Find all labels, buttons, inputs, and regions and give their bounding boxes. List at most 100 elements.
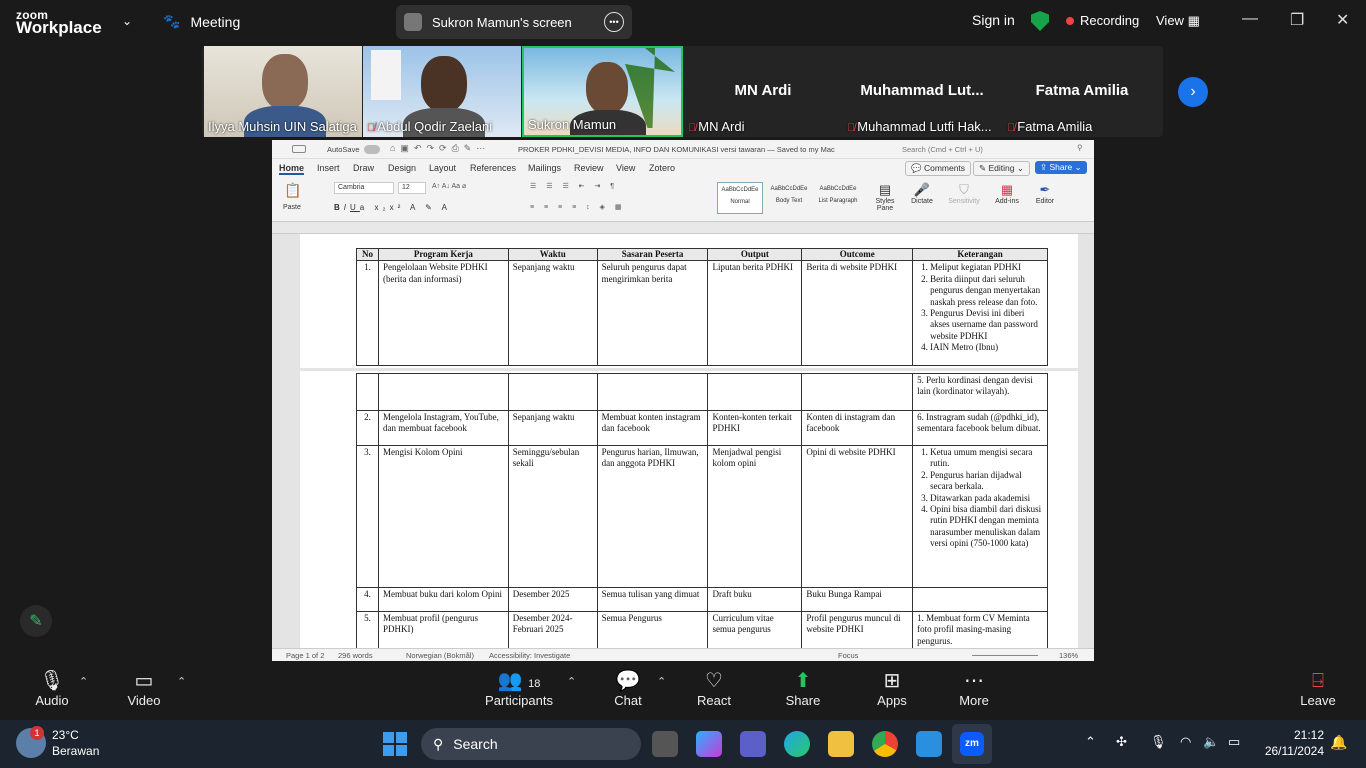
audio-button[interactable]: 🎙 Audio — [30, 669, 74, 708]
table-cell: 1. — [356, 260, 379, 367]
start-icon[interactable] — [383, 732, 407, 756]
focus-button[interactable]: Focus — [838, 651, 858, 660]
list-icons[interactable]: ☰ ☰ ☰ ⇤ ⇥ ¶ — [530, 182, 618, 190]
font-grow-icons[interactable]: A↑ A↓ Aa ⌀ — [432, 182, 466, 190]
notification-bell-icon[interactable]: 🔔 — [1330, 734, 1347, 751]
taskbar-search[interactable]: ⚲ Search — [421, 728, 641, 760]
tab-insert[interactable]: Insert — [317, 163, 340, 173]
video-options-caret-icon[interactable]: ⌃ — [177, 675, 186, 688]
dictate-button[interactable]: 🎤 Dictate — [907, 182, 937, 205]
font-size-select[interactable]: 12 — [398, 182, 426, 194]
share-button[interactable]: ⇪ Share ⌄ — [1035, 161, 1087, 174]
clock-time[interactable]: 21:12 — [1290, 728, 1324, 742]
participants-caret-icon[interactable]: ⌃ — [567, 675, 576, 688]
video-tile[interactable]: Ilyya Muhsin UIN Salatiga — [204, 46, 362, 137]
editing-button[interactable]: ✎ Editing ⌄ — [973, 161, 1030, 176]
chevron-down-icon[interactable]: ⌄ — [122, 14, 132, 28]
meeting-button[interactable]: 🐾 Meeting — [163, 13, 240, 30]
edge-icon[interactable] — [784, 731, 810, 757]
tray-app-icon[interactable]: ✣ — [1116, 734, 1127, 750]
table-cell: 2. — [356, 410, 379, 446]
paste-icon[interactable]: 📋 — [284, 182, 301, 199]
minimize-icon[interactable]: — — [1242, 10, 1258, 28]
zoom-level[interactable]: 136% — [1059, 651, 1078, 660]
temperature[interactable]: 23°C — [52, 728, 79, 742]
chevron-up-icon[interactable]: ⌃ — [1085, 734, 1096, 750]
table-header: Outcome — [801, 247, 914, 262]
zoom-taskbar-active[interactable]: zm — [952, 724, 992, 764]
table-cell: Pengurus harian, Ilmuwan, dan anggota PD… — [596, 445, 709, 588]
chat-button[interactable]: 💬 Chat — [610, 669, 646, 708]
mic-tray-icon[interactable]: 🎙 — [1150, 734, 1167, 750]
screen-share-pill[interactable]: Sukron Mamun's screen ••• — [396, 5, 632, 39]
format-icons[interactable]: BIUa x₂x² A ✎ A — [334, 203, 451, 212]
app-icon[interactable] — [916, 731, 942, 757]
file-explorer-icon[interactable] — [828, 731, 854, 757]
wifi-icon[interactable]: ◠ — [1180, 734, 1191, 750]
sensitivity-button[interactable]: ⛉ Sensitivity — [944, 182, 984, 205]
tab-home[interactable]: Home — [279, 163, 305, 175]
tab-review[interactable]: Review — [574, 163, 604, 173]
tab-references[interactable]: References — [470, 163, 516, 173]
styles-pane-button[interactable]: ▤ Styles Pane — [872, 182, 898, 212]
tab-mailings[interactable]: Mailings — [528, 163, 561, 173]
volume-icon[interactable]: 🔈 — [1203, 734, 1219, 750]
apps-button[interactable]: ⊞ Apps — [872, 669, 912, 708]
close-icon[interactable]: ✕ — [1336, 10, 1349, 30]
person-icon[interactable]: ⚲ — [1077, 143, 1083, 152]
task-view-icon[interactable] — [652, 731, 678, 757]
keterangan-list: Ketua umum mengisi secara rutin. Penguru… — [917, 447, 1043, 550]
sign-in-link[interactable]: Sign in — [972, 12, 1015, 28]
teams-icon[interactable] — [740, 731, 766, 757]
battery-icon[interactable]: ▭ — [1228, 734, 1240, 750]
next-page-button[interactable]: › — [1178, 77, 1208, 107]
word-search-input[interactable]: Search (Cmd + Ctrl + U) — [902, 145, 983, 154]
tab-draw[interactable]: Draw — [353, 163, 374, 173]
participant-name: Ilyya Muhsin UIN Salatiga — [208, 119, 357, 134]
page-count[interactable]: Page 1 of 2 — [286, 651, 324, 660]
video-tile[interactable]: 🎙̸ Abdul Qodir Zaelani — [363, 46, 521, 137]
shield-icon[interactable] — [1031, 11, 1049, 31]
more-options-icon[interactable]: ••• — [604, 12, 624, 32]
clock-date[interactable]: 26/11/2024 — [1260, 744, 1324, 758]
more-button[interactable]: ⋯ More — [954, 669, 994, 708]
style-list-paragraph[interactable]: AaBbCcDdEe List Paragraph — [815, 182, 861, 214]
annotate-pencil-icon[interactable]: ✎ — [20, 605, 52, 637]
font-select[interactable]: Cambria — [334, 182, 394, 194]
comments-button[interactable]: 💬 Comments — [905, 161, 972, 176]
tab-view[interactable]: View — [616, 163, 635, 173]
style-normal[interactable]: AaBbCcDdEe Normal — [717, 182, 763, 214]
participants-button[interactable]: 👥 18 Participants — [484, 669, 554, 708]
copilot-icon[interactable] — [696, 731, 722, 757]
participant-tile[interactable]: Fatma Amilia 🎙̸ Fatma Amilia — [1003, 46, 1161, 137]
zoom-slider[interactable] — [972, 655, 1038, 656]
quick-access-icons[interactable]: ⌂▣↶↷⟳⎙✎⋯ — [390, 143, 490, 154]
proker-table-continued: 5. Perlu kordinasi dengan devisi lain (k… — [356, 373, 1048, 648]
recording-indicator[interactable]: Recording — [1066, 13, 1139, 28]
weather-condition[interactable]: Berawan — [52, 744, 99, 758]
style-body-text[interactable]: AaBbCcDdEe Body Text — [766, 182, 812, 214]
participant-tile[interactable]: MN Ardi 🎙̸ MN Ardi — [684, 46, 842, 137]
share-screen-button[interactable]: ⬆ Share — [782, 669, 824, 708]
participant-tile[interactable]: Muhammad Lut... 🎙̸ Muhammad Lutfi Hak... — [843, 46, 1001, 137]
restore-icon[interactable]: ❐ — [1290, 10, 1304, 30]
autosave-toggle[interactable] — [364, 145, 380, 154]
tab-design[interactable]: Design — [388, 163, 416, 173]
align-icons[interactable]: ≡ ≡ ≡ ≡ ↕ ◈ ▦ — [530, 203, 626, 211]
sidebar-icon[interactable] — [292, 145, 306, 153]
video-button[interactable]: ▭ Video — [122, 669, 166, 708]
language-status[interactable]: Norwegian (Bokmål) — [406, 651, 474, 660]
accessibility-status[interactable]: Accessibility: Investigate — [489, 651, 570, 660]
react-button[interactable]: ♡ React — [694, 669, 734, 708]
chrome-icon[interactable] — [872, 731, 898, 757]
word-count[interactable]: 296 words — [338, 651, 373, 660]
tab-layout[interactable]: Layout — [429, 163, 456, 173]
tab-zotero[interactable]: Zotero — [649, 163, 675, 173]
chat-caret-icon[interactable]: ⌃ — [657, 675, 666, 688]
editor-button[interactable]: ✒ Editor — [1030, 182, 1060, 205]
leave-button[interactable]: ⍈ Leave — [1298, 669, 1338, 708]
view-button[interactable]: View ▦ — [1156, 13, 1200, 29]
add-ins-button[interactable]: ▦ Add-ins — [992, 182, 1022, 205]
video-tile-active[interactable]: Sukron Mamun — [522, 46, 683, 137]
audio-options-caret-icon[interactable]: ⌃ — [79, 675, 88, 688]
